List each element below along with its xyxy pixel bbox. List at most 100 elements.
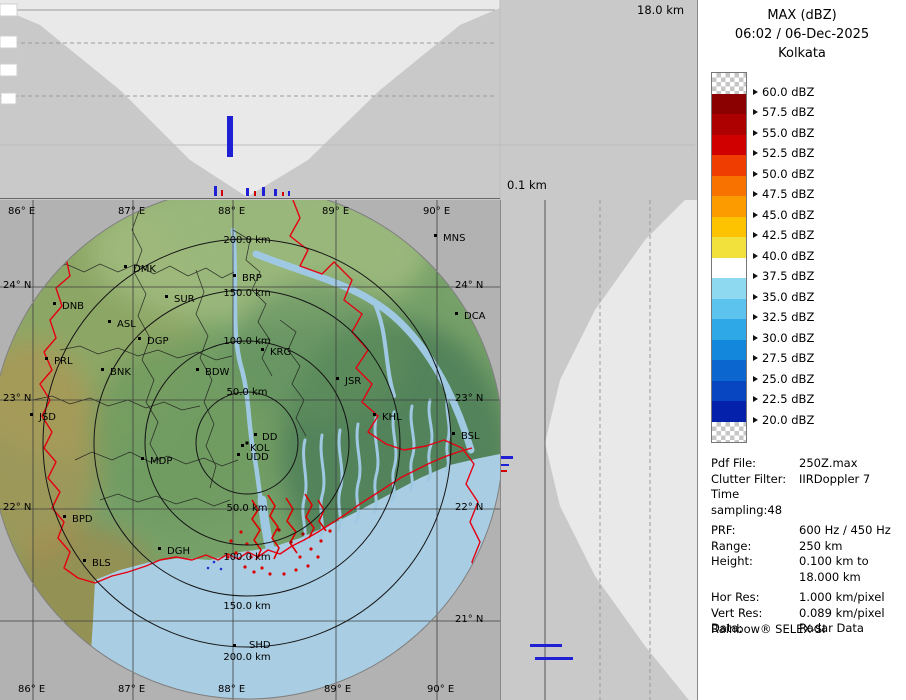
lon-label: 90° E: [427, 684, 454, 695]
station-marker: [373, 413, 376, 416]
side-projection-graphic: [500, 200, 697, 700]
station-marker: [165, 295, 168, 298]
legend-cell: [712, 94, 746, 115]
dbz-legend: 60.0 dBZ 57.5 dBZ 55.0 dBZ 52.5 dBZ 50.0 dBZ…: [711, 72, 901, 447]
station-marker: [53, 302, 56, 305]
legend-label-row: 40.0 dBZ: [753, 249, 814, 263]
legend-tick-arrow-icon: [753, 232, 758, 238]
legend-label-row: 20.0 dBZ: [753, 413, 814, 427]
legend-label: 32.5 dBZ: [762, 310, 814, 324]
legend-cell: [712, 114, 746, 135]
legend-tick-arrow-icon: [753, 89, 758, 95]
station-label: MDP: [150, 456, 172, 467]
station-label: BDW: [205, 367, 230, 378]
range-ring-label: 100.0 km: [223, 552, 270, 563]
legend-label-row: 50.0 dBZ: [753, 167, 814, 181]
side-projection-panel: [500, 200, 697, 700]
legend-cell: [712, 135, 746, 156]
legend-label-row: 25.0 dBZ: [753, 372, 814, 386]
lon-label: 89° E: [324, 684, 351, 695]
side-axis-min-label: 0.1 km: [507, 178, 547, 192]
meta-label: Vert Res:: [711, 606, 799, 622]
station-marker: [261, 348, 264, 351]
meta-row: Range:250 km: [711, 539, 899, 555]
station-marker: [254, 433, 257, 436]
legend-label-row: 30.0 dBZ: [753, 331, 814, 345]
station-label: DCA: [464, 311, 486, 322]
station-label: DMK: [133, 264, 156, 275]
software-brand: Rainbow® SELEX-SI: [711, 622, 826, 636]
station-label: PRL: [54, 356, 73, 367]
station-marker: [141, 457, 144, 460]
legend-label-row: 60.0 dBZ: [753, 85, 814, 99]
panel-header: MAX (dBZ) 06:02 / 06-Dec-2025 Kolkata: [698, 0, 906, 63]
meta-label: Clutter Filter:: [711, 472, 799, 488]
legend-cell: [712, 176, 746, 197]
station-marker: [45, 357, 48, 360]
station-label: DGP: [147, 336, 168, 347]
station-marker: [30, 413, 33, 416]
radar-site-name: Kolkata: [698, 44, 906, 63]
meta-value: 1.000 km/pixel: [799, 590, 899, 606]
legend-label: 40.0 dBZ: [762, 249, 814, 263]
legend-label: 50.0 dBZ: [762, 167, 814, 181]
station-label: BLS: [92, 558, 111, 569]
meta-value: 250Z.max: [799, 456, 899, 472]
legend-label-row: 52.5 dBZ: [753, 146, 814, 160]
legend-label-row: 32.5 dBZ: [753, 310, 814, 324]
range-ring-label: 50.0 km: [227, 503, 268, 514]
legend-tick-arrow-icon: [753, 314, 758, 320]
lon-label: 86° E: [8, 206, 35, 217]
lon-label: 89° E: [322, 206, 349, 217]
legend-label: 22.5 dBZ: [762, 392, 814, 406]
legend-label: 57.5 dBZ: [762, 105, 814, 119]
lat-label: 22° N: [3, 502, 31, 513]
station-label: DGH: [167, 546, 190, 557]
legend-tick-arrow-icon: [753, 376, 758, 382]
legend-cell: [712, 360, 746, 381]
meta-value: 250 km: [799, 539, 899, 555]
legend-cell: [712, 258, 746, 279]
station-marker: [83, 559, 86, 562]
station-label: KRG: [270, 347, 291, 358]
legend-label-row: 35.0 dBZ: [753, 290, 814, 304]
station-label: ASL: [117, 319, 136, 330]
meta-label: Hor Res:: [711, 590, 799, 606]
station-label: DD: [262, 432, 278, 443]
legend-label-row: 47.5 dBZ: [753, 187, 814, 201]
radar-map-graphic: 86° E87° E88° E89° E90° E86° E87° E88° E…: [0, 200, 500, 700]
range-ring-label: 200.0 km: [223, 235, 270, 246]
legend-label: 37.5 dBZ: [762, 269, 814, 283]
legend-tick-arrow-icon: [753, 212, 758, 218]
legend-tick-arrow-icon: [753, 109, 758, 115]
lon-label: 87° E: [118, 684, 145, 695]
legend-label-row: 42.5 dBZ: [753, 228, 814, 242]
meta-value: 0.100 km to: [799, 554, 899, 570]
meta-row: Hor Res:1.000 km/pixel: [711, 590, 899, 606]
color-scale-bar: [711, 72, 747, 443]
legend-tick-arrow-icon: [753, 273, 758, 279]
meta-label: Time sampling:48: [711, 487, 799, 518]
top-projection-panel: 18.0 km 0.1 km: [0, 0, 697, 200]
legend-cell: [712, 381, 746, 402]
legend-cell: [712, 155, 746, 176]
lon-label: 88° E: [218, 206, 245, 217]
legend-cell: [712, 422, 746, 443]
lat-label: 23° N: [455, 393, 483, 404]
meta-label: [711, 570, 799, 586]
legend-label-row: 55.0 dBZ: [753, 126, 814, 140]
lon-label: 86° E: [18, 684, 45, 695]
top-projection-graphic: [0, 0, 697, 200]
meta-row: Height:0.100 km to: [711, 554, 899, 570]
meta-label: Range:: [711, 539, 799, 555]
legend-label-row: 57.5 dBZ: [753, 105, 814, 119]
legend-label: 25.0 dBZ: [762, 372, 814, 386]
legend-tick-arrow-icon: [753, 130, 758, 136]
station-marker: [336, 377, 339, 380]
station-label: BRP: [242, 273, 262, 284]
meta-label: PRF:: [711, 523, 799, 539]
lat-label: 21° N: [455, 614, 483, 625]
meta-value: IIRDoppler 7: [799, 472, 899, 488]
legend-cell: [712, 299, 746, 320]
legend-cell: [712, 319, 746, 340]
